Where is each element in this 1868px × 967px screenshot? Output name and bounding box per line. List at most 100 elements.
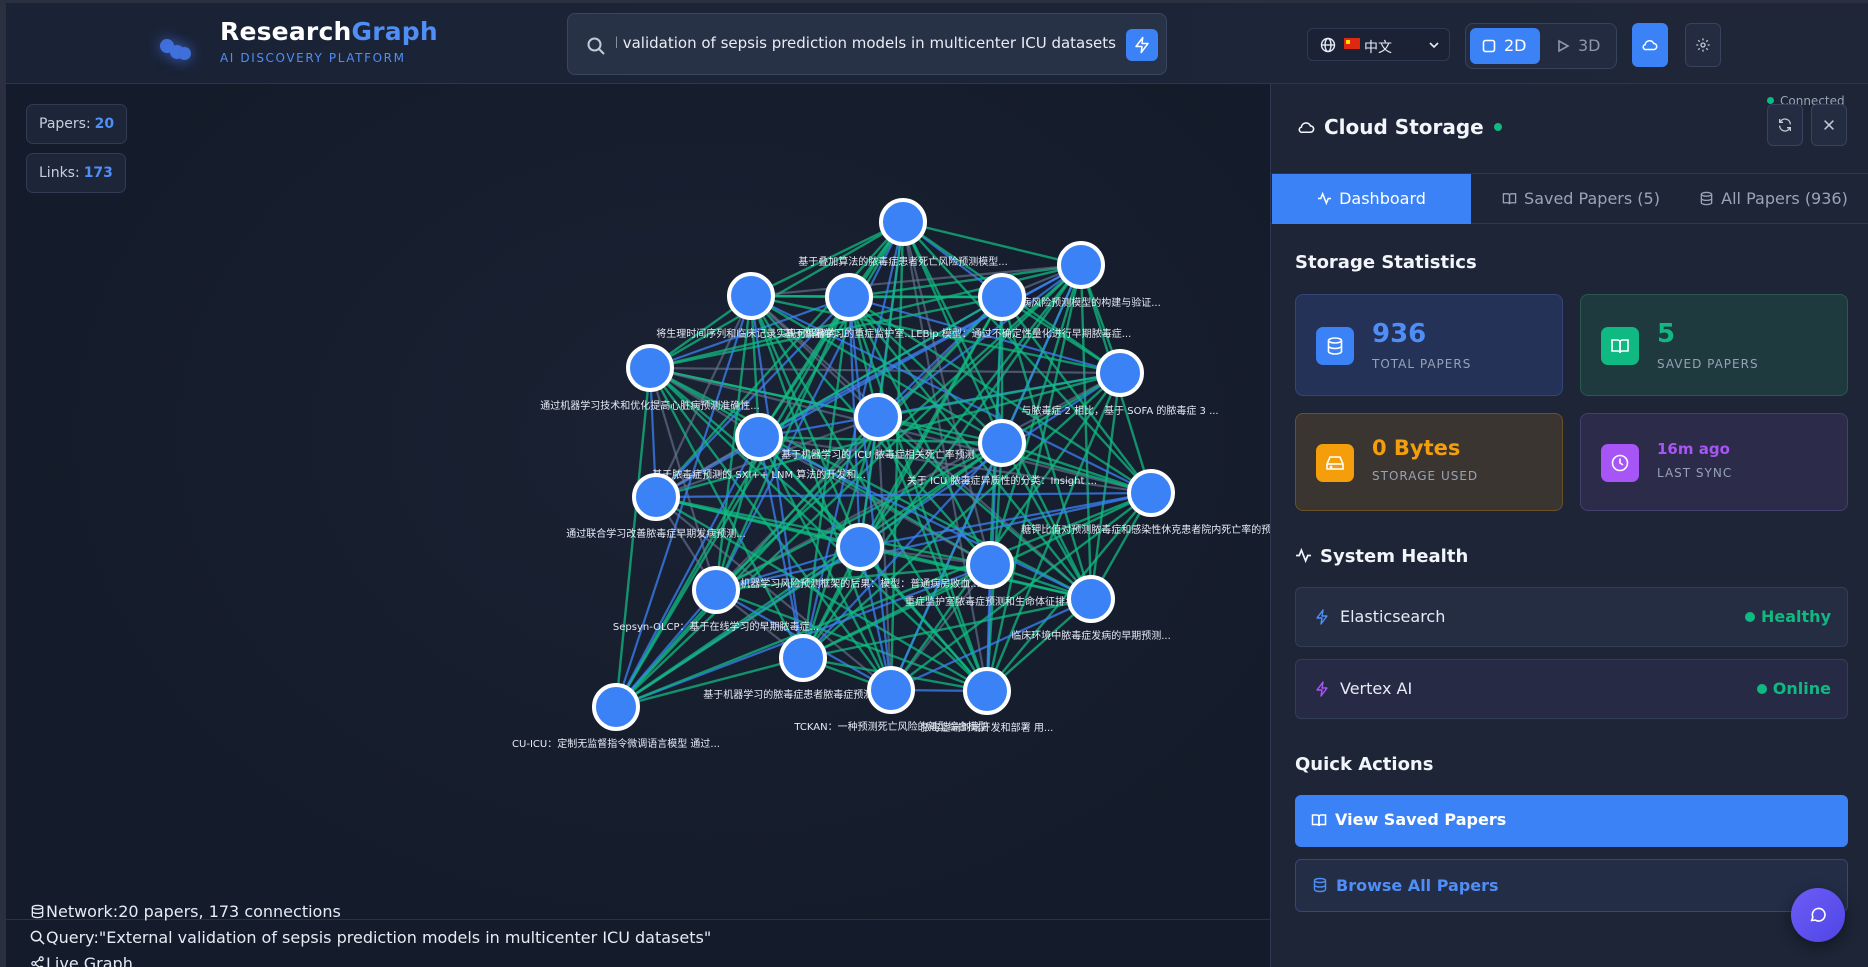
paper-node-circle[interactable] <box>836 523 884 571</box>
cloud-storage-button[interactable] <box>1632 23 1668 67</box>
brand-title-main: Research <box>220 17 352 46</box>
paper-node-circle[interactable] <box>626 344 674 392</box>
total-papers-label: TOTAL PAPERS <box>1372 357 1472 371</box>
system-health-title: System Health <box>1295 546 1468 567</box>
view-saved-papers-button[interactable]: View Saved Papers <box>1295 795 1848 847</box>
paper-node-label: CU-ICU：定制无监督指令微调语言模型 通过... <box>512 737 720 750</box>
links-count-pill: Links: 173 <box>26 153 126 193</box>
lightning-icon <box>1316 681 1328 697</box>
last-sync-card: 16m ago LAST SYNC <box>1580 413 1848 511</box>
paper-node-circle[interactable] <box>854 393 902 441</box>
status-dot-icon <box>1767 97 1774 104</box>
paper-node-circle[interactable] <box>1096 349 1144 397</box>
saved-papers-label: SAVED PAPERS <box>1657 357 1759 371</box>
paper-node-circle[interactable] <box>879 198 927 246</box>
view-3d-button[interactable]: 3D <box>1544 28 1614 64</box>
language-label: 中文 <box>1364 40 1392 56</box>
refresh-button[interactable] <box>1767 104 1803 146</box>
view-saved-papers-label: View Saved Papers <box>1335 810 1507 829</box>
database-icon <box>1700 191 1713 206</box>
refresh-icon <box>1779 118 1791 132</box>
paper-node-circle[interactable] <box>735 413 783 461</box>
database-icon <box>31 904 44 919</box>
paper-node-circle[interactable] <box>727 272 775 320</box>
paper-node-circle[interactable] <box>632 473 680 521</box>
chat-button[interactable] <box>1791 888 1845 942</box>
cn-flag-icon <box>1344 38 1360 49</box>
live-graph-indicator: Live Graph <box>30 954 711 967</box>
status-dot-icon <box>1756 684 1767 694</box>
paper-node-label: Sepsyn-OLCP：基于在线学习的早期脓毒症... <box>613 620 819 633</box>
search-input[interactable]: External validation of sepsis prediction… <box>616 34 1116 56</box>
paper-node-label: 临床环境中脓毒症发病的早期预测... <box>1011 629 1171 642</box>
close-icon <box>1824 120 1834 130</box>
system-health-title-text: System Health <box>1320 546 1469 567</box>
last-sync-value: 16m ago <box>1657 440 1730 458</box>
paper-node-circle[interactable] <box>1057 241 1105 289</box>
book-open-icon <box>1311 814 1327 827</box>
paper-node-circle[interactable] <box>1067 575 1115 623</box>
paper-node-circle[interactable] <box>867 666 915 714</box>
paper-node-label: 通过机器学习技术和优化提高心脏病预测准确性... <box>540 399 760 412</box>
logo-icon <box>158 33 198 67</box>
health-name-vertex-ai: Vertex AI <box>1340 679 1413 698</box>
health-status-elasticsearch-text: Healthy <box>1761 607 1831 626</box>
paper-node-label: 基于脓毒症预测的 SXI++ LNM 算法的开发和... <box>652 468 866 481</box>
share-icon <box>31 956 44 967</box>
cloud-storage-panel: Connected Cloud Storage Dashboard Saved … <box>1270 84 1868 967</box>
tab-dashboard[interactable]: Dashboard <box>1272 174 1471 224</box>
view-mode-toggle: 2D 3D <box>1465 23 1617 69</box>
paper-node-circle[interactable] <box>692 566 740 614</box>
globe-icon <box>1320 37 1336 53</box>
paper-node-circle[interactable] <box>825 273 873 321</box>
query-summary: Query:"External validation of sepsis pre… <box>30 928 711 954</box>
paper-node-label: 通过联合学习改善脓毒症早期发病预测... <box>566 527 746 540</box>
tab-saved-papers-label: Saved Papers (5) <box>1524 189 1660 208</box>
paper-node-circle[interactable] <box>592 683 640 731</box>
paper-node[interactable]: 通过联合学习改善脓毒症早期发病预测... <box>566 473 746 540</box>
search-submit-button[interactable] <box>1126 29 1158 61</box>
panel-tabs: Dashboard Saved Papers (5) All Papers (9… <box>1271 173 1868 224</box>
close-button[interactable] <box>1811 104 1847 146</box>
language-select[interactable]: 中文 <box>1307 28 1450 61</box>
paper-node-circle[interactable] <box>966 541 1014 589</box>
paper-node-label: LEBip 模型：通过不确定性量化进行早期脓毒症... <box>911 327 1132 340</box>
saved-papers-card: 5 SAVED PAPERS <box>1580 294 1848 396</box>
paper-node[interactable]: 通过机器学习技术和优化提高心脏病预测准确性... <box>540 344 760 412</box>
browse-all-papers-button[interactable]: Browse All Papers <box>1295 859 1848 912</box>
paper-node-label: 脓毒症端到端开发和部署 用... <box>921 721 1054 734</box>
online-dot-icon <box>1493 123 1502 131</box>
clock-icon <box>1601 444 1639 482</box>
paper-node-label: 基于叠加算法的脓毒症患者死亡风险预测模型... <box>798 255 1008 268</box>
paper-node-label: 基于机器学习的重症监护室... <box>784 327 914 340</box>
paper-node-circle[interactable] <box>978 419 1026 467</box>
graph-canvas[interactable]: 基于叠加算法的脓毒症患者死亡风险预测模型... 糖尿病风险预测模型的构建与验证..… <box>6 84 1270 967</box>
paper-node[interactable]: CU-ICU：定制无监督指令微调语言模型 通过... <box>512 683 720 750</box>
tab-all-papers-label: All Papers (936) <box>1721 189 1848 208</box>
cloud-icon <box>1642 39 1658 51</box>
tab-all-papers[interactable]: All Papers (936) <box>1681 174 1866 224</box>
search-bar[interactable]: External validation of sepsis prediction… <box>567 13 1167 75</box>
play-icon <box>1558 39 1570 53</box>
panel-title-text: Cloud Storage <box>1324 115 1484 139</box>
paper-node[interactable]: 脓毒症端到端开发和部署 用... <box>921 667 1054 734</box>
network-graph[interactable]: 基于叠加算法的脓毒症患者死亡风险预测模型...糖尿病风险预测模型的构建与验证..… <box>6 84 1270 967</box>
paper-node-circle[interactable] <box>978 273 1026 321</box>
view-2d-button[interactable]: 2D <box>1470 28 1540 64</box>
health-name-elasticsearch: Elasticsearch <box>1340 607 1446 626</box>
total-papers-value: 936 <box>1372 319 1427 349</box>
paper-node-label: 关于 ICU 脓毒症异质性的分类：Insight ... <box>907 474 1097 487</box>
paper-node[interactable]: Sepsyn-OLCP：基于在线学习的早期脓毒症... <box>613 566 819 633</box>
papers-count-label: Papers: <box>39 116 91 132</box>
tab-saved-papers[interactable]: Saved Papers (5) <box>1491 174 1671 224</box>
book-open-icon <box>1601 327 1639 365</box>
database-icon <box>1313 877 1327 893</box>
paper-node[interactable]: 基于叠加算法的脓毒症患者死亡风险预测模型... <box>798 198 1008 268</box>
brand-subtitle: AI DISCOVERY PLATFORM <box>220 51 406 65</box>
settings-button[interactable] <box>1685 23 1721 67</box>
paper-node-circle[interactable] <box>1127 469 1175 517</box>
paper-node-circle[interactable] <box>963 667 1011 715</box>
paper-node-circle[interactable] <box>779 634 827 682</box>
hard-drive-icon <box>1316 444 1354 482</box>
lightning-icon <box>1135 36 1149 54</box>
